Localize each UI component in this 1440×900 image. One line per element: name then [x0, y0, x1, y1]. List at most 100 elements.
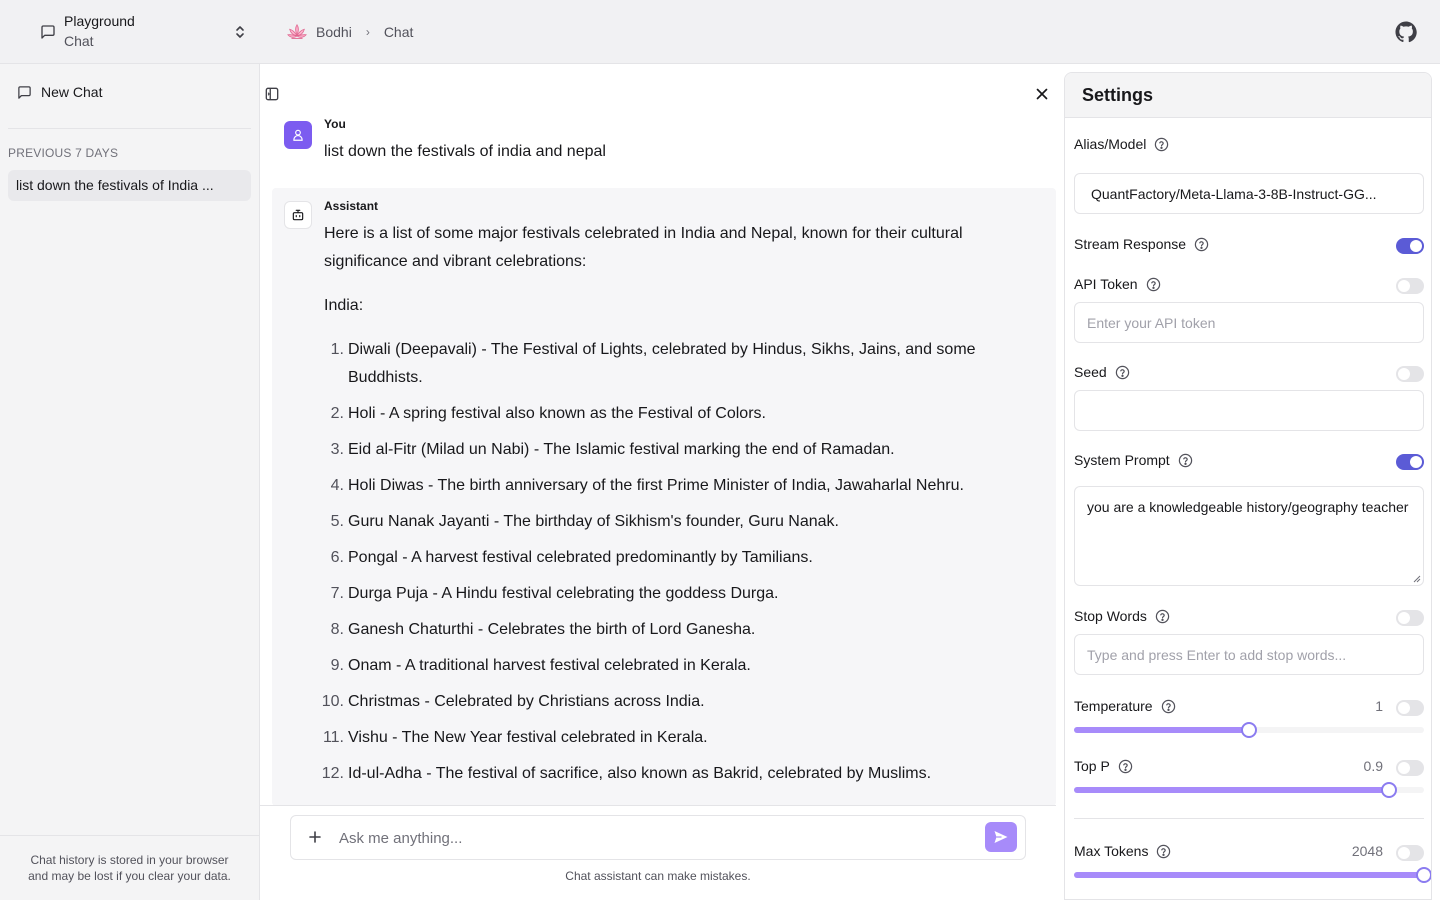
panel-left-toggle-icon[interactable] [265, 87, 279, 101]
list-item: 6. Pongal - A harvest festival celebrated… [324, 544, 1024, 572]
github-icon[interactable] [1395, 21, 1417, 43]
temperature-value: 1 [1375, 698, 1383, 714]
settings-panel: Settings Alias/Model QuantFactory/Meta-L… [1064, 72, 1432, 900]
list-item-text: Christmas - Celebrated by Christians acr… [348, 693, 705, 710]
app-switcher[interactable]: Playground Chat [30, 8, 260, 56]
max-tokens-toggle[interactable] [1396, 845, 1424, 861]
list-item-number: 6. [330, 549, 344, 566]
list-item-text: Holi - A spring festival also known as t… [348, 405, 766, 422]
chat-input[interactable] [339, 826, 959, 850]
lotus-logo-icon[interactable] [286, 21, 308, 43]
system-prompt-label-text: System Prompt [1074, 452, 1170, 468]
help-circle-icon[interactable] [1178, 453, 1193, 468]
temperature-toggle[interactable] [1396, 700, 1424, 716]
stop-words-toggle[interactable] [1396, 610, 1424, 626]
slider-fill [1074, 787, 1389, 793]
slider-thumb[interactable] [1416, 867, 1431, 883]
list-item: 2. Holi - A spring festival also known as… [324, 400, 1024, 428]
breadcrumb: Bodhi › Chat [286, 20, 413, 44]
toggle-knob [1398, 762, 1410, 774]
close-icon[interactable] [1034, 86, 1050, 102]
list-item-text: Vishu - The New Year festival celebrated… [348, 729, 708, 746]
help-circle-icon[interactable] [1194, 237, 1209, 252]
system-prompt-toggle[interactable] [1396, 454, 1424, 470]
assistant-message-body: Here is a list of some major festivals c… [321, 220, 1024, 796]
top-p-label-text: Top P [1074, 758, 1110, 774]
top-p-slider[interactable] [1074, 782, 1424, 798]
user-message: You list down the festivals of india and… [272, 108, 1056, 186]
resize-handle-icon[interactable] [1413, 575, 1421, 583]
help-circle-icon[interactable] [1155, 609, 1170, 624]
list-item-text: Ganesh Chaturthi - Celebrates the birth … [348, 621, 756, 638]
list-item-text: Eid al-Fitr (Milad un Nabi) - The Islami… [348, 441, 895, 458]
user-message-text: list down the festivals of india and nep… [324, 143, 606, 160]
alias-model-select[interactable]: QuantFactory/Meta-Llama-3-8B-Instruct-GG… [1074, 173, 1424, 214]
toggle-knob [1398, 368, 1410, 380]
app-switcher-titles: Playground Chat [64, 12, 135, 52]
new-chat-button[interactable]: New Chat [8, 76, 251, 108]
help-circle-icon[interactable] [1115, 365, 1130, 380]
new-chat-label: New Chat [41, 84, 103, 100]
help-circle-icon[interactable] [1156, 844, 1171, 859]
list-item-number: 2. [330, 405, 344, 422]
plus-icon[interactable] [307, 829, 323, 845]
max-tokens-slider[interactable] [1074, 867, 1431, 883]
list-item-text: Diwali (Deepavali) - The Festival of Lig… [348, 341, 976, 386]
list-item-text: Id-ul-Adha - The festival of sacrifice, … [348, 765, 932, 782]
top-bar: Playground Chat Bodhi › Chat [0, 0, 1440, 64]
breadcrumb-separator: › [365, 25, 370, 39]
api-token-toggle[interactable] [1396, 278, 1424, 294]
settings-title: Settings [1082, 85, 1154, 105]
breadcrumb-root[interactable]: Bodhi [316, 24, 352, 40]
stop-words-label-text: Stop Words [1074, 608, 1147, 624]
toggle-knob [1410, 240, 1422, 252]
seed-label-text: Seed [1074, 364, 1107, 380]
list-item-number: 7. [330, 585, 344, 602]
send-button[interactable] [985, 822, 1017, 852]
stop-words-input[interactable]: Type and press Enter to add stop words..… [1074, 634, 1424, 675]
disclaimer: Chat assistant can make mistakes. [565, 869, 751, 883]
seed-input[interactable] [1074, 390, 1424, 431]
help-circle-icon[interactable] [1161, 699, 1176, 714]
list-item-text: Guru Nanak Jayanti - The birthday of Sik… [348, 513, 839, 530]
stream-response-toggle[interactable] [1396, 238, 1424, 254]
list-item-number: 12. [321, 765, 344, 782]
temperature-label: Temperature [1074, 698, 1176, 714]
system-prompt-text: you are a knowledgeable history/geograph… [1087, 499, 1409, 515]
message-square-icon [18, 85, 31, 99]
toggle-knob [1398, 847, 1410, 859]
stream-response-label-text: Stream Response [1074, 236, 1187, 252]
chat-history-sidebar: New Chat PREVIOUS 7 DAYS list down the f… [0, 64, 260, 900]
list-item: 1. Diwali (Deepavali) - The Festival of L… [324, 336, 1024, 392]
help-circle-icon[interactable] [1118, 759, 1133, 774]
assistant-message: Assistant Here is a list of some major f… [272, 188, 1056, 806]
api-token-input[interactable]: Enter your API token [1074, 302, 1424, 343]
history-item[interactable]: list down the festivals of India ... [8, 170, 251, 201]
chat-composer [290, 815, 1026, 860]
list-item-text: Onam - A traditional harvest festival ce… [348, 657, 751, 674]
system-prompt-label: System Prompt [1074, 452, 1193, 468]
app-title: Playground [64, 13, 135, 29]
temperature-slider[interactable] [1074, 722, 1424, 738]
seed-label: Seed [1074, 364, 1130, 380]
top-p-label: Top P [1074, 758, 1133, 774]
assistant-avatar [284, 201, 312, 229]
slider-thumb[interactable] [1241, 722, 1257, 738]
max-tokens-value: 2048 [1351, 843, 1383, 859]
user-icon [293, 129, 303, 141]
list-item: 10. Christmas - Celebrated by Christians … [322, 688, 1024, 716]
slider-thumb[interactable] [1381, 782, 1397, 798]
top-p-toggle[interactable] [1396, 760, 1424, 776]
history-section-label: PREVIOUS 7 DAYS [8, 146, 119, 160]
help-circle-icon[interactable] [1154, 137, 1169, 152]
list-item: 11. Vishu - The New Year festival celebra… [323, 724, 1024, 752]
help-circle-icon[interactable] [1146, 277, 1161, 292]
seed-toggle[interactable] [1396, 366, 1424, 382]
alias-model-label-text: Alias/Model [1074, 136, 1147, 152]
list-item: 9. Onam - A traditional harvest festival … [324, 652, 1024, 680]
system-prompt-textarea[interactable]: you are a knowledgeable history/geograph… [1074, 486, 1424, 586]
divider [260, 805, 1056, 806]
max-tokens-label-text: Max Tokens [1074, 843, 1149, 859]
api-token-label: API Token [1074, 276, 1161, 292]
list-item-text: Durga Puja - A Hindu festival celebratin… [348, 585, 779, 602]
